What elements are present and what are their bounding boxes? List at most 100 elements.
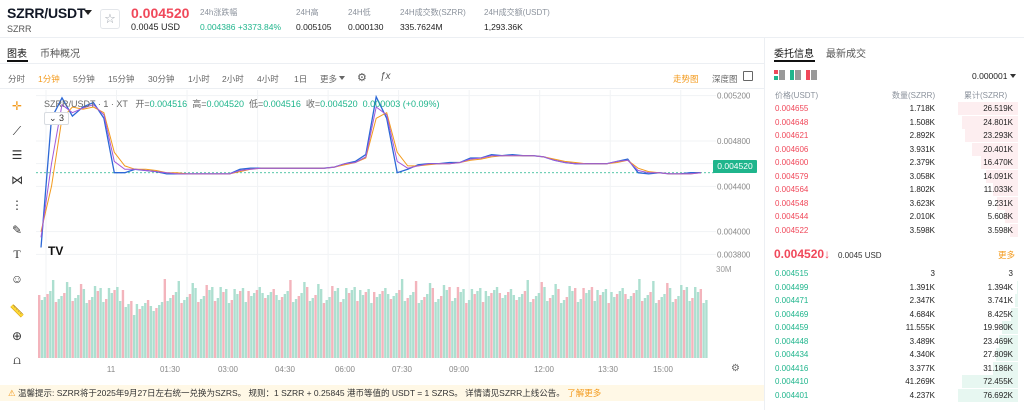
chevron-down-icon[interactable] bbox=[339, 76, 345, 80]
settings-icon[interactable]: ⚙ bbox=[357, 71, 367, 84]
volume-bar bbox=[174, 292, 178, 358]
bid-row[interactable]: 0.004410 41.269K 72.455K bbox=[770, 375, 1018, 388]
chart-settings-icon[interactable]: ⚙ bbox=[731, 363, 740, 374]
trend-chart-tab[interactable]: 走势图 bbox=[673, 73, 699, 85]
ask-row[interactable]: 0.004621 2.892K 23.293K bbox=[770, 129, 1018, 142]
zoom-in-icon[interactable]: ⊕ bbox=[7, 326, 27, 346]
bid-qty: 2.347K bbox=[909, 296, 935, 305]
trend-line-icon[interactable]: ⟋ bbox=[7, 121, 27, 141]
mid-price-usd: 0.0045 USD bbox=[838, 251, 882, 260]
interval-1h[interactable]: 1小时 bbox=[188, 73, 210, 85]
ask-row[interactable]: 0.004648 1.508K 24.801K bbox=[770, 115, 1018, 129]
tab-chart[interactable]: 图表 bbox=[7, 45, 27, 60]
orderbook-asks-icon[interactable] bbox=[806, 70, 817, 80]
brush-icon[interactable]: ✎ bbox=[7, 220, 27, 240]
price-chart[interactable]: 0.0052000.0048000.0046000.0044000.004000… bbox=[36, 90, 756, 380]
magnet-icon[interactable]: ⩍ bbox=[7, 350, 27, 370]
y-tick-label: 0.004800 bbox=[717, 137, 751, 146]
fib-retracement-icon[interactable]: ⋮ bbox=[7, 195, 27, 215]
depth-chart-tab[interactable]: 深度图 bbox=[712, 73, 738, 85]
interval-1m[interactable]: 1分钟 bbox=[38, 73, 60, 85]
chevron-down-icon[interactable] bbox=[84, 10, 92, 15]
ask-row[interactable]: 0.004655 1.718K 26.519K bbox=[770, 102, 1018, 115]
emoji-icon[interactable]: ☺ bbox=[7, 269, 27, 289]
tab-orderbook[interactable]: 委托信息 bbox=[774, 45, 814, 60]
interval-2h[interactable]: 2小时 bbox=[222, 73, 244, 85]
fullscreen-icon[interactable] bbox=[743, 71, 753, 81]
volume-bar bbox=[297, 296, 301, 358]
interval-1d[interactable]: 1日 bbox=[294, 73, 307, 85]
bid-row[interactable]: 0.004434 4.340K 27.809K bbox=[770, 348, 1018, 361]
interval-time[interactable]: 分时 bbox=[8, 73, 25, 85]
volume-bar bbox=[560, 303, 563, 358]
pair-title[interactable]: SZRR/USDT bbox=[7, 5, 86, 21]
ruler-icon[interactable]: 📏 bbox=[7, 301, 27, 321]
bid-row[interactable]: 0.004469 4.684K 8.425K bbox=[770, 307, 1018, 321]
indicators-icon[interactable]: ƒx bbox=[380, 71, 391, 82]
ask-total: 16.470K bbox=[983, 158, 1013, 167]
interval-more[interactable]: 更多 bbox=[320, 73, 337, 85]
text-tool-icon[interactable]: T bbox=[7, 244, 27, 264]
volume-bar bbox=[685, 287, 689, 358]
volume-bar bbox=[520, 294, 524, 358]
volume-bar bbox=[138, 309, 141, 358]
bid-row[interactable]: 0.004448 3.489K 23.469K bbox=[770, 334, 1018, 348]
bid-row[interactable]: 0.004499 1.391K 1.394K bbox=[770, 280, 1018, 294]
pattern-tool-icon[interactable]: ⋈ bbox=[7, 170, 27, 190]
ask-row[interactable]: 0.004564 1.802K 11.033K bbox=[770, 183, 1018, 196]
interval-15m[interactable]: 15分钟 bbox=[108, 73, 134, 85]
volume-bar bbox=[68, 287, 72, 358]
ask-qty: 1.508K bbox=[909, 117, 935, 127]
volume-bar bbox=[54, 302, 58, 358]
volume-bar bbox=[286, 291, 289, 358]
ask-price: 0.004522 bbox=[775, 225, 809, 235]
volume-bar bbox=[680, 285, 683, 358]
orderbook-bids-icon[interactable] bbox=[790, 70, 801, 80]
bid-row[interactable]: 0.004515 3 3 bbox=[770, 267, 1018, 280]
ask-row[interactable]: 0.004522 3.598K 3.598K bbox=[770, 223, 1018, 237]
chevron-down-icon[interactable] bbox=[1010, 74, 1016, 78]
bid-row[interactable]: 0.004459 11.555K 19.980K bbox=[770, 321, 1018, 334]
interval-4h[interactable]: 4小时 bbox=[257, 73, 279, 85]
orderbook-both-icon[interactable] bbox=[774, 70, 785, 80]
volume-bar bbox=[107, 288, 111, 358]
ask-row[interactable]: 0.004600 2.379K 16.470K bbox=[770, 156, 1018, 169]
ask-total: 20.401K bbox=[983, 144, 1013, 154]
interval-30m[interactable]: 30分钟 bbox=[148, 73, 174, 85]
volume-bar bbox=[345, 288, 348, 358]
volume-bar bbox=[180, 303, 183, 358]
crosshair-icon[interactable]: ✛ bbox=[7, 96, 27, 116]
ask-row[interactable]: 0.004606 3.931K 20.401K bbox=[770, 142, 1018, 156]
bid-row[interactable]: 0.004416 3.377K 31.186K bbox=[770, 361, 1018, 375]
favorite-star-icon[interactable]: ☆ bbox=[100, 9, 120, 29]
mid-price: 0.004520↓ bbox=[774, 247, 830, 261]
more-link[interactable]: 更多 bbox=[998, 249, 1015, 261]
divider bbox=[0, 63, 764, 64]
ask-qty: 3.931K bbox=[909, 144, 935, 154]
indicator-toggle[interactable]: ⌄ 3 bbox=[44, 112, 70, 125]
ask-row[interactable]: 0.004544 2.010K 5.608K bbox=[770, 210, 1018, 223]
precision-select[interactable]: 0.000001 bbox=[972, 71, 1007, 81]
volume-bar bbox=[479, 288, 482, 358]
tab-overview[interactable]: 币种概况 bbox=[40, 45, 80, 60]
notice-link[interactable]: 了解更多 bbox=[567, 388, 601, 398]
ask-row[interactable]: 0.004548 3.623K 9.231K bbox=[770, 196, 1018, 210]
x-tick-label: 09:00 bbox=[449, 365, 470, 374]
volume-bar bbox=[495, 287, 499, 358]
volume-bar bbox=[110, 293, 113, 358]
volume-bar bbox=[453, 298, 457, 358]
ask-total: 11.033K bbox=[983, 185, 1013, 194]
col-price-header: 价格(USDT) bbox=[775, 91, 819, 100]
bid-row[interactable]: 0.004401 4.237K 76.692K bbox=[770, 388, 1018, 402]
horizontal-lines-icon[interactable]: ☰ bbox=[7, 145, 27, 165]
ask-total: 9.231K bbox=[987, 198, 1013, 208]
bid-row[interactable]: 0.004471 2.347K 3.741K bbox=[770, 294, 1018, 307]
interval-5m[interactable]: 5分钟 bbox=[73, 73, 95, 85]
divider bbox=[0, 88, 764, 89]
volume-bar bbox=[414, 281, 418, 358]
volume-bar bbox=[121, 290, 125, 358]
ask-row[interactable]: 0.004579 3.058K 14.091K bbox=[770, 169, 1018, 183]
volume-bar bbox=[412, 292, 415, 358]
volume-bar bbox=[144, 303, 147, 358]
tab-latest-trades[interactable]: 最新成交 bbox=[826, 45, 866, 60]
